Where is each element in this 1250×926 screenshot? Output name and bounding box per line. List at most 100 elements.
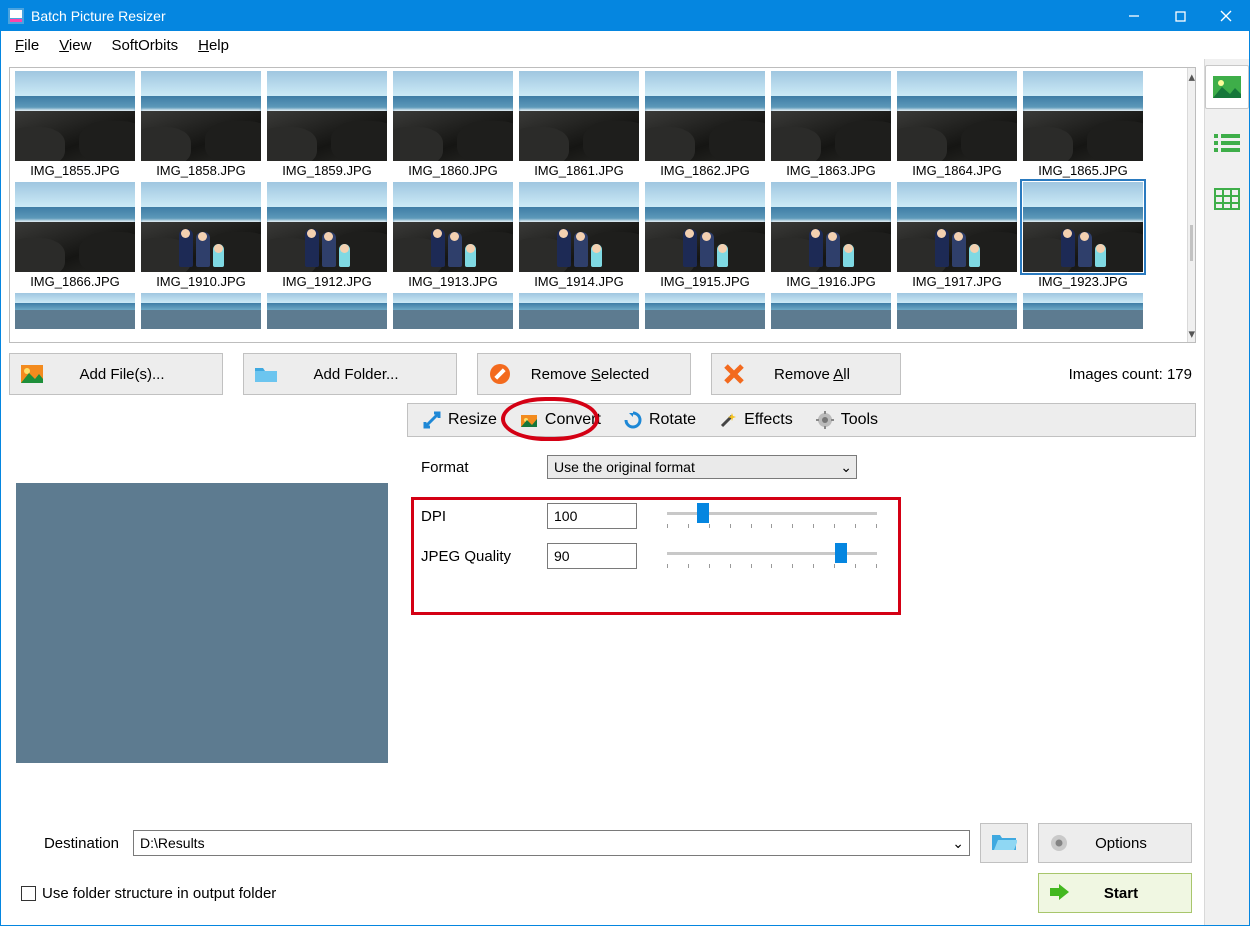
thumbnail-label: IMG_1923.JPG xyxy=(1038,274,1128,289)
thumbnail-item[interactable] xyxy=(517,292,641,330)
view-list-button[interactable] xyxy=(1205,121,1249,165)
scroll-up-icon[interactable]: ▴ xyxy=(1188,68,1195,85)
start-button[interactable]: Start xyxy=(1038,873,1192,913)
thumbnails-view-icon xyxy=(1213,76,1241,98)
thumbnail-image xyxy=(266,70,388,162)
thumbnail-image xyxy=(896,70,1018,162)
tab-rotate[interactable]: Rotate xyxy=(613,406,706,434)
browse-destination-button[interactable] xyxy=(980,823,1028,863)
thumbnail-item[interactable]: IMG_1865.JPG xyxy=(1021,70,1145,181)
thumbnail-label: IMG_1912.JPG xyxy=(282,274,372,289)
add-files-button[interactable]: Add File(s)... xyxy=(9,353,223,395)
destination-input[interactable]: D:\Results ⌄ xyxy=(133,830,970,856)
thumbnail-item[interactable]: IMG_1916.JPG xyxy=(769,181,893,292)
thumbnail-label: IMG_1916.JPG xyxy=(786,274,876,289)
thumbnail-image xyxy=(14,70,136,162)
thumbnail-item[interactable]: IMG_1914.JPG xyxy=(517,181,641,292)
tab-resize[interactable]: Resize xyxy=(412,406,507,434)
tab-convert[interactable]: Convert xyxy=(509,406,611,434)
thumbnail-scrollbar[interactable]: ▴ ▾ xyxy=(1187,68,1195,342)
thumbnail-item[interactable] xyxy=(643,292,767,330)
side-view-panel xyxy=(1204,59,1249,925)
thumbnail-label: IMG_1861.JPG xyxy=(534,163,624,178)
tab-tools[interactable]: Tools xyxy=(805,406,888,434)
thumbnail-image xyxy=(644,292,766,330)
thumbnail-item[interactable]: IMG_1913.JPG xyxy=(391,181,515,292)
remove-all-icon xyxy=(722,362,746,386)
view-details-button[interactable] xyxy=(1205,177,1249,221)
view-thumbnails-button[interactable] xyxy=(1205,65,1249,109)
remove-selected-button[interactable]: Remove Selected xyxy=(477,353,691,395)
thumbnail-item[interactable]: IMG_1855.JPG xyxy=(13,70,137,181)
thumbnail-item[interactable]: IMG_1923.JPG xyxy=(1021,181,1145,292)
thumbnail-image xyxy=(266,292,388,330)
jpeg-quality-slider[interactable] xyxy=(667,543,877,569)
thumbnail-item[interactable]: IMG_1860.JPG xyxy=(391,70,515,181)
thumbnail-item[interactable] xyxy=(265,292,389,330)
bottom-panel: Destination D:\Results ⌄ Options xyxy=(9,819,1196,917)
thumbnail-item[interactable] xyxy=(391,292,515,330)
app-window: Batch Picture Resizer File View SoftOrbi… xyxy=(0,0,1250,926)
dpi-slider[interactable] xyxy=(667,503,877,529)
minimize-button[interactable] xyxy=(1111,1,1157,31)
convert-icon xyxy=(519,410,539,430)
rotate-icon xyxy=(623,410,643,430)
thumbnail-item[interactable]: IMG_1863.JPG xyxy=(769,70,893,181)
thumbnail-image xyxy=(140,292,262,330)
thumbnail-image xyxy=(1022,181,1144,273)
format-label: Format xyxy=(421,459,537,476)
tools-icon xyxy=(815,410,835,430)
add-folder-button[interactable]: Add Folder... xyxy=(243,353,457,395)
thumbnail-item[interactable]: IMG_1858.JPG xyxy=(139,70,263,181)
action-button-row: Add File(s)... Add Folder... Remove Sele… xyxy=(9,353,1196,395)
options-button[interactable]: Options xyxy=(1038,823,1192,863)
maximize-button[interactable] xyxy=(1157,1,1203,31)
thumbnail-item[interactable] xyxy=(1021,292,1145,330)
thumbnail-label: IMG_1866.JPG xyxy=(30,274,120,289)
thumbnail-list: IMG_1855.JPG IMG_1858.JPG IMG_1859.JPG I… xyxy=(9,67,1196,343)
dpi-input[interactable] xyxy=(547,503,637,529)
preview-panel xyxy=(9,403,395,813)
thumbnail-label: IMG_1917.JPG xyxy=(912,274,1002,289)
thumbnail-label: IMG_1860.JPG xyxy=(408,163,498,178)
thumbnail-item[interactable]: IMG_1861.JPG xyxy=(517,70,641,181)
thumbnail-item[interactable] xyxy=(895,292,1019,330)
start-arrow-icon xyxy=(1047,881,1071,905)
remove-all-button[interactable]: Remove All xyxy=(711,353,901,395)
thumbnail-image xyxy=(1022,70,1144,162)
thumbnail-image xyxy=(644,70,766,162)
close-button[interactable] xyxy=(1203,1,1249,31)
use-folder-structure-checkbox[interactable] xyxy=(21,886,36,901)
thumbnail-item[interactable] xyxy=(13,292,137,330)
tab-effects[interactable]: Effects xyxy=(708,406,803,434)
menu-view[interactable]: View xyxy=(51,35,99,56)
scroll-down-icon[interactable]: ▾ xyxy=(1188,325,1195,342)
jpeg-quality-label: JPEG Quality xyxy=(421,548,537,565)
thumbnail-item[interactable]: IMG_1864.JPG xyxy=(895,70,1019,181)
thumbnail-label: IMG_1855.JPG xyxy=(30,163,120,178)
jpeg-quality-input[interactable] xyxy=(547,543,637,569)
scroll-thumb[interactable] xyxy=(1190,225,1193,261)
menu-softorbits[interactable]: SoftOrbits xyxy=(103,35,186,56)
thumbnail-item[interactable] xyxy=(139,292,263,330)
thumbnail-item[interactable]: IMG_1915.JPG xyxy=(643,181,767,292)
thumbnail-label: IMG_1862.JPG xyxy=(660,163,750,178)
image-icon xyxy=(20,362,44,386)
thumbnail-label: IMG_1858.JPG xyxy=(156,163,246,178)
thumbnail-item[interactable]: IMG_1912.JPG xyxy=(265,181,389,292)
folder-open-icon xyxy=(991,832,1017,855)
thumbnail-image xyxy=(644,181,766,273)
thumbnail-item[interactable]: IMG_1866.JPG xyxy=(13,181,137,292)
format-select[interactable]: Use the original format ⌄ xyxy=(547,455,857,479)
grid-view-icon xyxy=(1214,188,1240,210)
thumbnail-item[interactable]: IMG_1862.JPG xyxy=(643,70,767,181)
menu-help[interactable]: Help xyxy=(190,35,237,56)
chevron-down-icon: ⌄ xyxy=(840,459,852,476)
thumbnail-item[interactable]: IMG_1917.JPG xyxy=(895,181,1019,292)
thumbnail-item[interactable]: IMG_1910.JPG xyxy=(139,181,263,292)
thumbnail-item[interactable]: IMG_1859.JPG xyxy=(265,70,389,181)
menu-file[interactable]: File xyxy=(7,35,47,56)
thumbnail-image xyxy=(1022,292,1144,330)
thumbnail-item[interactable] xyxy=(769,292,893,330)
remove-icon xyxy=(488,362,512,386)
